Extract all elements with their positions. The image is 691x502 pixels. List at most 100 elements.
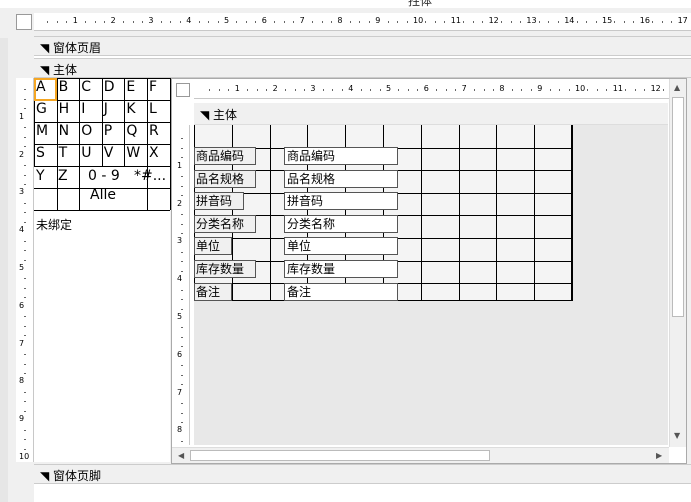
grid-line bbox=[496, 125, 498, 301]
ruler-label: 6 bbox=[19, 300, 25, 310]
grid-line bbox=[572, 125, 573, 301]
ruler-label: 7 bbox=[19, 338, 25, 348]
ruler-tick bbox=[24, 439, 26, 441]
letter-filter-x[interactable]: X bbox=[149, 145, 159, 161]
ruler-tick bbox=[445, 89, 447, 91]
horizontal-scroll-thumb[interactable] bbox=[190, 450, 490, 461]
letter-filter-n[interactable]: N bbox=[59, 123, 69, 139]
letter-filter-1[interactable]: Z bbox=[58, 168, 68, 184]
letter-filter-q[interactable]: Q bbox=[126, 123, 137, 139]
letter-filter-w[interactable]: W bbox=[126, 145, 140, 161]
letter-filter-r[interactable]: R bbox=[149, 123, 159, 139]
field-label[interactable]: 库存数量 bbox=[194, 260, 256, 278]
form-header-section[interactable]: ◥︎ 窗体页眉 bbox=[34, 36, 691, 56]
field-label[interactable]: 商品编码 bbox=[194, 147, 256, 165]
horizontal-ruler: 1 2 3 4 5 6 7 8 9 10 11 12 13 14 15 16 17 bbox=[34, 13, 691, 31]
letter-filter-h[interactable]: H bbox=[59, 101, 70, 117]
detail-section[interactable]: ◥︎ 主体 bbox=[34, 58, 691, 78]
ruler-label: 1 bbox=[72, 16, 78, 25]
letter-filter-g[interactable]: G bbox=[36, 101, 47, 117]
ruler-label: 10 bbox=[413, 16, 424, 25]
ruler-tick bbox=[24, 316, 26, 318]
letter-filter-p[interactable]: P bbox=[104, 123, 112, 139]
ruler-label: 12 bbox=[650, 84, 661, 93]
field-label[interactable]: 单位 bbox=[194, 237, 232, 256]
ruler-tick bbox=[312, 21, 314, 23]
subform-selector[interactable] bbox=[176, 83, 190, 97]
letter-filter-i[interactable]: I bbox=[81, 101, 85, 117]
letter-filter-d[interactable]: D bbox=[104, 79, 115, 95]
scroll-right-icon[interactable]: ▶ bbox=[656, 451, 662, 460]
subform-control[interactable]: 1 2 3 4 5 6 7 8 9 10 11 12 12345678 ◥︎ 主体 商品编码 商品编码品… bbox=[171, 78, 687, 464]
selection-highlight bbox=[34, 78, 57, 101]
field-textbox[interactable]: 品名规格 bbox=[284, 169, 398, 188]
ruler-tick bbox=[218, 89, 220, 91]
letter-filter-e[interactable]: E bbox=[126, 79, 135, 95]
letter-filter-k[interactable]: K bbox=[126, 101, 135, 117]
field-textbox[interactable]: 备注 bbox=[284, 282, 398, 301]
ruler-label: 1 bbox=[177, 160, 183, 170]
ruler-tick bbox=[56, 21, 58, 23]
letter-filter-all[interactable]: Alle bbox=[90, 187, 116, 203]
subform-detail-section[interactable]: ◥︎ 主体 bbox=[194, 103, 668, 125]
ruler-tick bbox=[587, 89, 589, 91]
ruler-label: 6 bbox=[177, 349, 183, 359]
letter-filter-0[interactable]: Y bbox=[36, 168, 45, 184]
ruler-label: 8 bbox=[499, 84, 505, 93]
grid-line bbox=[56, 166, 58, 210]
ruler-tick bbox=[623, 21, 625, 23]
field-textbox[interactable]: 单位 bbox=[284, 237, 398, 256]
scroll-left-icon[interactable]: ◀ bbox=[178, 451, 184, 460]
ruler-tick bbox=[398, 89, 400, 91]
field-textbox[interactable]: 商品编码 bbox=[284, 147, 398, 165]
form-selector[interactable] bbox=[16, 14, 32, 30]
field-textbox[interactable]: 分类名称 bbox=[284, 214, 398, 233]
letter-filter-c[interactable]: C bbox=[81, 79, 91, 95]
ruler-tick bbox=[425, 21, 427, 23]
grid-line bbox=[34, 122, 170, 123]
letter-filter-t[interactable]: T bbox=[59, 145, 68, 161]
ruler-tick bbox=[482, 21, 484, 23]
ruler-tick bbox=[181, 251, 183, 253]
ruler-tick bbox=[24, 335, 26, 337]
ruler-tick bbox=[24, 212, 26, 214]
letter-filter-u[interactable]: U bbox=[81, 145, 91, 161]
letter-filter-l[interactable]: L bbox=[149, 101, 157, 117]
subform-vertical-scrollbar[interactable]: ▲ ▼ bbox=[669, 79, 686, 447]
ruler-tick bbox=[94, 21, 96, 23]
field-textbox[interactable]: 拼音码 bbox=[284, 192, 398, 211]
field-label[interactable]: 备注 bbox=[194, 282, 232, 301]
ruler-label: 2 bbox=[272, 84, 278, 93]
grid-line bbox=[34, 166, 170, 167]
ruler-label: 8 bbox=[19, 376, 25, 386]
ruler-tick bbox=[274, 21, 276, 23]
scroll-up-icon[interactable]: ▲ bbox=[674, 83, 680, 92]
form-footer-section[interactable]: ◥︎ 窗体页脚 bbox=[34, 464, 691, 484]
letter-filter-j[interactable]: J bbox=[104, 101, 108, 117]
ruler-tick bbox=[181, 270, 183, 272]
subform-horizontal-scrollbar[interactable]: ◀ ▶ bbox=[172, 447, 669, 463]
ruler-tick bbox=[181, 176, 183, 178]
field-label[interactable]: 拼音码 bbox=[194, 192, 244, 211]
ruler-tick bbox=[472, 21, 474, 23]
unbound-label[interactable]: 未绑定 bbox=[36, 216, 72, 233]
ruler-tick bbox=[463, 21, 465, 23]
letter-filter-m[interactable]: M bbox=[36, 123, 48, 139]
letter-filter-3[interactable]: *#... bbox=[134, 168, 166, 184]
letter-filter-b[interactable]: B bbox=[59, 79, 69, 95]
ruler-label: 1 bbox=[234, 84, 240, 93]
field-textbox[interactable]: 库存数量 bbox=[284, 260, 398, 278]
letter-filter-v[interactable]: V bbox=[104, 145, 114, 161]
ruler-label: 4 bbox=[186, 16, 192, 25]
letter-filter-2[interactable]: 0 - 9 bbox=[88, 168, 120, 184]
letter-filter-f[interactable]: F bbox=[149, 79, 157, 95]
scroll-down-icon[interactable]: ▼ bbox=[674, 431, 680, 440]
letter-filter-o[interactable]: O bbox=[81, 123, 92, 139]
ruler-label: 6 bbox=[423, 84, 429, 93]
letter-filter-s[interactable]: S bbox=[36, 145, 45, 161]
field-label[interactable]: 品名规格 bbox=[194, 169, 256, 188]
vertical-scroll-thumb[interactable] bbox=[672, 97, 684, 317]
ruler-tick bbox=[24, 448, 26, 450]
field-label[interactable]: 分类名称 bbox=[194, 214, 256, 233]
ruler-tick bbox=[663, 89, 665, 91]
